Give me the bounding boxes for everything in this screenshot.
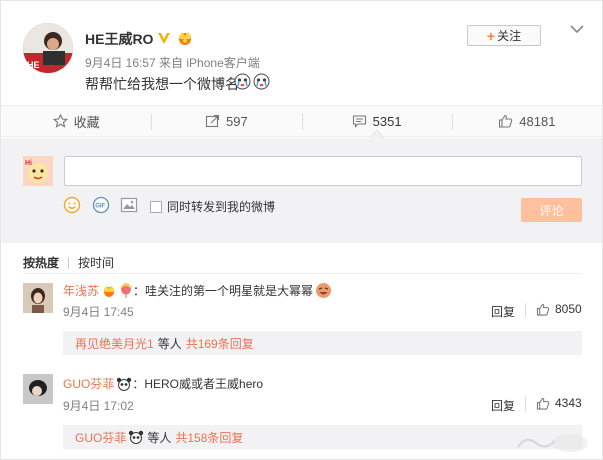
svg-text:Hi: Hi xyxy=(25,160,32,167)
like-button[interactable]: 48181 xyxy=(451,106,602,136)
panda-icon xyxy=(129,430,144,444)
follow-button[interactable]: + 关注 xyxy=(467,25,541,46)
vip-crown-icon[interactable] xyxy=(101,284,117,298)
repost-count: 597 xyxy=(226,113,248,129)
repost-button[interactable]: 597 xyxy=(151,106,301,136)
post-timestamp: 9月4日 16:57 来自 iPhone客户端 xyxy=(85,56,260,70)
comment-line: GUO芬菲 ：HERO威或者王威hero xyxy=(63,375,263,392)
comment-avatar[interactable] xyxy=(23,374,53,404)
sub-reply-user[interactable]: GUO芬菲 xyxy=(75,429,126,446)
sub-replies-summary[interactable]: 再见绝美月光1 等人 共169条回复 xyxy=(63,331,582,355)
comment-timestamp: 9月4日 17:45 xyxy=(63,305,134,319)
comment-like-button[interactable]: 8050 xyxy=(536,302,582,316)
image-icon[interactable] xyxy=(120,196,138,214)
comment-icon xyxy=(352,115,366,128)
thumb-up-icon xyxy=(536,303,550,316)
verified-v-icon xyxy=(158,33,170,44)
laughing-face-icon xyxy=(316,283,332,298)
comment-avatar[interactable] xyxy=(23,283,53,313)
like-count: 48181 xyxy=(519,113,556,129)
star-icon xyxy=(52,114,68,128)
comment-author[interactable]: GUO芬菲 xyxy=(63,375,114,392)
weibo-post-card: HE HE王威RO 9月4日 16:57 来自 iPhone客户端 帮帮忙给我想… xyxy=(0,0,603,460)
tab-sort-hot[interactable]: 按热度 xyxy=(23,254,59,271)
reply-button[interactable]: 回复 xyxy=(491,397,515,414)
post-emoji-group xyxy=(234,73,270,90)
repost-icon xyxy=(205,114,220,128)
chevron-down-icon[interactable] xyxy=(569,23,585,35)
pointer-caret-icon xyxy=(370,130,384,138)
thumb-up-icon xyxy=(499,114,513,128)
comment-text: ：HERO威或者王威hero xyxy=(132,377,264,391)
post-content: 帮帮忙给我想一个微博名 xyxy=(85,76,239,92)
svg-text:HE: HE xyxy=(27,60,40,70)
favorite-label: 收藏 xyxy=(73,114,100,130)
comment-timestamp: 9月4日 17:02 xyxy=(63,399,134,413)
sub-reply-mid: 等人 xyxy=(147,430,172,445)
sub-reply-count[interactable]: 共169条回复 xyxy=(186,335,254,352)
comment-like-count: 8050 xyxy=(555,302,582,316)
follow-label: 关注 xyxy=(497,29,522,43)
svg-text:GIF: GIF xyxy=(95,204,105,210)
comment-sort-tabs: 按热度 按时间 xyxy=(23,254,114,271)
submit-comment-button[interactable]: 评论 xyxy=(521,198,582,222)
current-user-avatar[interactable]: Hi xyxy=(23,156,53,186)
divider xyxy=(23,273,582,274)
reply-button[interactable]: 回复 xyxy=(491,303,515,320)
thumb-up-icon xyxy=(536,397,550,410)
vip-crown-icon[interactable] xyxy=(176,30,194,46)
sub-replies-summary[interactable]: GUO芬菲 等人 共158条回复 xyxy=(63,425,582,449)
sub-reply-mid: 等人 xyxy=(157,336,182,351)
repost-checkbox-row[interactable]: 同时转发到我的微博 xyxy=(150,198,275,215)
plus-icon: + xyxy=(486,27,496,44)
crying-face-icon xyxy=(234,73,251,90)
panda-icon xyxy=(117,377,132,391)
comment-input[interactable] xyxy=(64,156,582,186)
divider xyxy=(525,397,526,411)
comment-author[interactable]: 年浅苏 xyxy=(63,282,99,299)
tab-sort-time[interactable]: 按时间 xyxy=(78,254,114,271)
sub-reply-count[interactable]: 共158条回复 xyxy=(175,429,243,446)
crying-face-icon xyxy=(253,73,270,90)
comment-line: 年浅苏 ：哇关注的第一个明星就是大幂幂 xyxy=(63,282,332,299)
sub-reply-user[interactable]: 再见绝美月光1 xyxy=(75,335,154,352)
divider xyxy=(525,303,526,317)
post-action-bar: 收藏 597 5351 48181 xyxy=(1,105,602,137)
author-avatar[interactable]: HE xyxy=(23,23,73,73)
balloon-icon xyxy=(120,283,132,298)
gif-icon[interactable]: GIF xyxy=(92,196,110,214)
smiley-icon[interactable] xyxy=(63,196,81,214)
comment-text: ：哇关注的第一个明星就是大幂幂 xyxy=(133,284,314,298)
comment-like-count: 4343 xyxy=(555,396,582,410)
author-username[interactable]: HE王威RO xyxy=(85,29,153,49)
watermark-logo xyxy=(517,434,588,452)
comment-composer xyxy=(1,138,602,243)
repost-checkbox-label: 同时转发到我的微博 xyxy=(167,200,276,214)
favorite-button[interactable]: 收藏 xyxy=(1,106,151,136)
comment-like-button[interactable]: 4343 xyxy=(536,396,582,410)
comment-count: 5351 xyxy=(372,113,402,129)
repost-checkbox[interactable] xyxy=(150,200,162,213)
tab-separator xyxy=(68,256,70,269)
